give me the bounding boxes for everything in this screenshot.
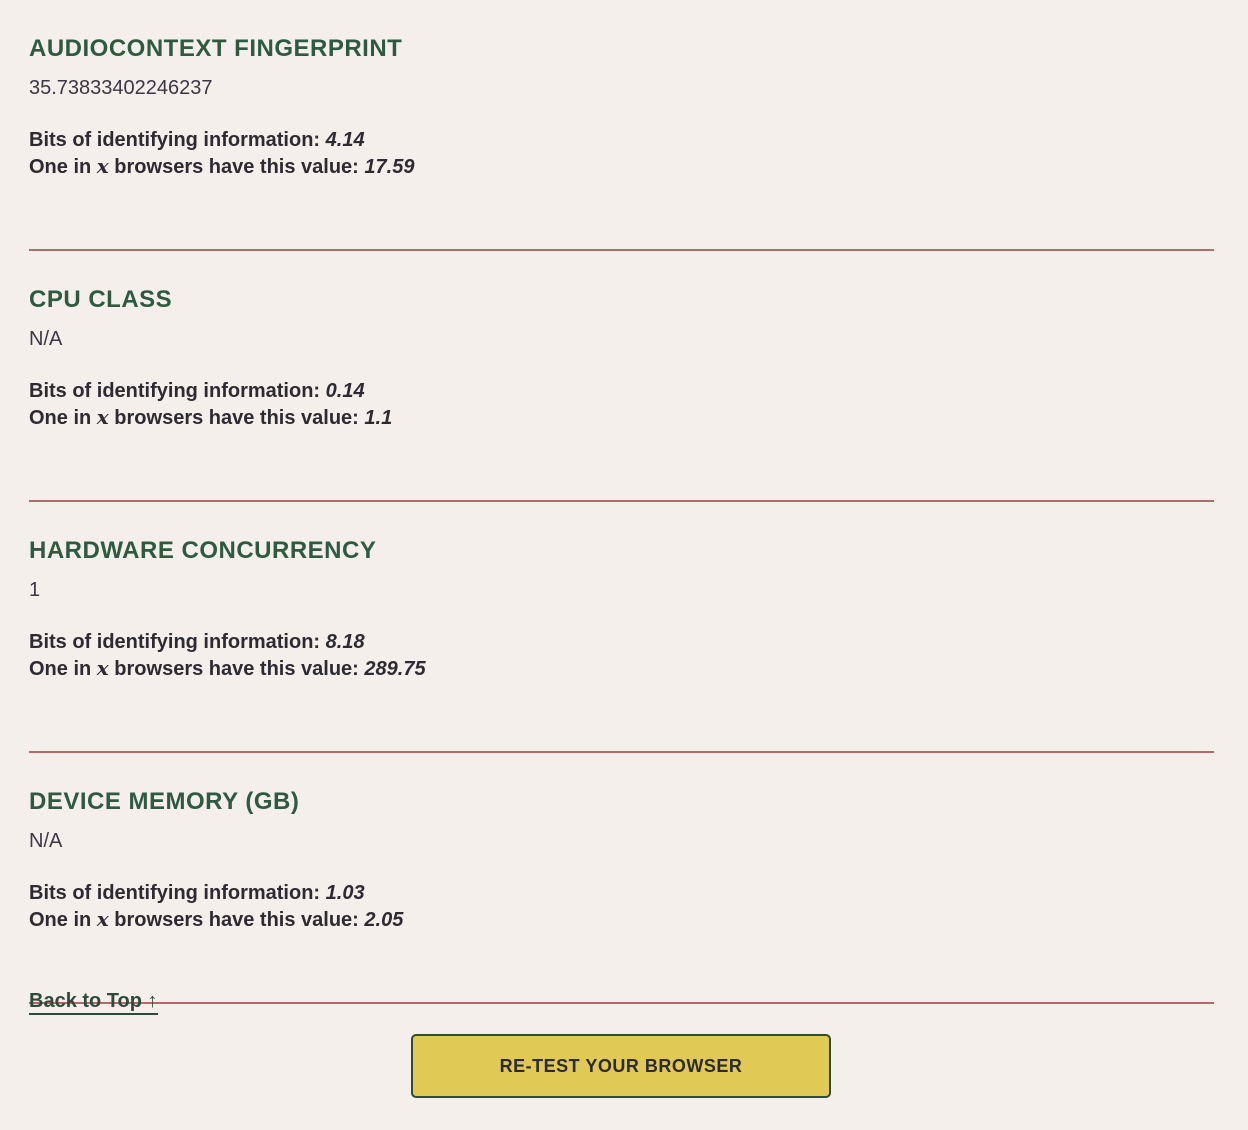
one-in-x-line: One in x browsers have this value: 289.7… [29,655,426,682]
section-audiocontext-fingerprint: AUDIOCONTEXT FINGERPRINT 35.738334022462… [29,0,1214,251]
section-value: N/A [29,328,63,350]
section-title: CPU CLASS [29,286,173,313]
section-device-memory: DEVICE MEMORY (GB) N/A Bits of identifyi… [29,753,1214,1004]
bits-line: Bits of identifying information: 4.14 [29,127,414,153]
one-in-x-line: One in x browsers have this value: 2.05 [29,906,403,933]
one-in-prefix: One in [29,407,92,429]
one-in-suffix: browsers have this value: [114,156,359,178]
section-cpu-class: CPU CLASS N/A Bits of identifying inform… [29,251,1214,502]
bits-label: Bits of identifying information: [29,882,321,904]
section-value: 1 [29,579,41,601]
bits-value: 8.18 [325,631,365,653]
one-in-x-line: One in x browsers have this value: 1.1 [29,404,392,431]
one-in-x-value: 17.59 [364,156,415,178]
back-to-top-link[interactable]: Back to Top ↑ [29,990,158,1015]
x-variable: x [96,405,109,429]
bits-value: 1.03 [325,882,365,904]
one-in-x-value: 1.1 [364,407,393,429]
x-variable: x [96,154,109,178]
one-in-x-value: 289.75 [364,658,426,680]
x-variable: x [96,656,109,680]
bits-line: Bits of identifying information: 8.18 [29,629,426,655]
section-value: 35.73833402246237 [29,77,213,99]
one-in-x-value: 2.05 [364,909,404,931]
stats-block: Bits of identifying information: 4.14 On… [29,127,414,180]
section-title: DEVICE MEMORY (GB) [29,788,300,815]
one-in-prefix: One in [29,658,92,680]
section-value: N/A [29,830,63,852]
section-hardware-concurrency: HARDWARE CONCURRENCY 1 Bits of identifyi… [29,502,1214,753]
one-in-x-line: One in x browsers have this value: 17.59 [29,153,414,180]
one-in-prefix: One in [29,909,92,931]
one-in-suffix: browsers have this value: [114,658,359,680]
stats-block: Bits of identifying information: 0.14 On… [29,378,392,431]
fingerprint-results: AUDIOCONTEXT FINGERPRINT 35.738334022462… [29,0,1214,1004]
stats-block: Bits of identifying information: 1.03 On… [29,880,403,933]
one-in-prefix: One in [29,156,92,178]
section-title: HARDWARE CONCURRENCY [29,537,377,564]
bits-label: Bits of identifying information: [29,631,321,653]
x-variable: x [96,907,109,931]
bits-label: Bits of identifying information: [29,129,321,151]
section-title: AUDIOCONTEXT FINGERPRINT [29,35,403,62]
one-in-suffix: browsers have this value: [114,407,359,429]
retest-browser-button[interactable]: RE-TEST YOUR BROWSER [411,1034,831,1098]
bits-value: 4.14 [325,129,365,151]
bits-value: 0.14 [325,380,365,402]
one-in-suffix: browsers have this value: [114,909,359,931]
bits-label: Bits of identifying information: [29,380,321,402]
stats-block: Bits of identifying information: 8.18 On… [29,629,426,682]
bits-line: Bits of identifying information: 0.14 [29,378,392,404]
bits-line: Bits of identifying information: 1.03 [29,880,403,906]
